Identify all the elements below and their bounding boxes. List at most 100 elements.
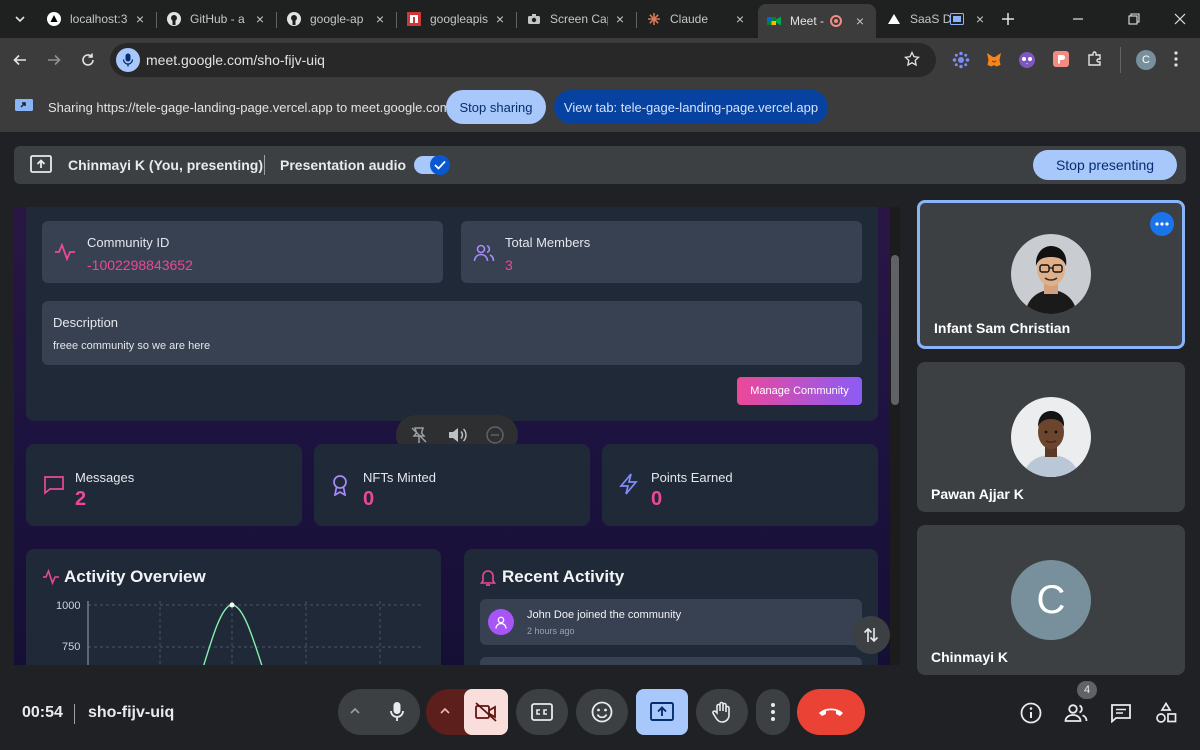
meeting-code: sho-fijv-uiq [88, 704, 175, 721]
activity-list-item: John Doe joined the community 2 hours ag… [480, 599, 862, 645]
volume-icon[interactable] [447, 426, 467, 444]
participant-name: Pawan Ajjar K [931, 486, 1024, 502]
camera-icon [526, 11, 542, 27]
raise-hand-button[interactable] [696, 689, 748, 735]
tab-search-button[interactable] [6, 5, 34, 33]
participant-tile-infant-sam[interactable]: Infant Sam Christian [917, 200, 1185, 349]
community-id-label: Community ID [87, 235, 170, 250]
metamask-icon[interactable] [985, 51, 1003, 69]
points-earned-card: Points Earned 0 [602, 444, 878, 526]
present-now-button[interactable] [636, 689, 688, 735]
leave-call-button[interactable] [797, 689, 865, 735]
close-icon[interactable]: × [372, 11, 388, 27]
emoji-icon [591, 701, 613, 723]
scroll-thumb[interactable] [891, 255, 899, 405]
more-horizontal-icon [1155, 222, 1169, 226]
reload-button[interactable] [74, 46, 102, 74]
chat-button[interactable] [1106, 698, 1136, 728]
recent-activity-title: Recent Activity [502, 567, 625, 586]
user-icon [488, 609, 514, 635]
more-options-button[interactable] [1150, 212, 1174, 236]
restore-button[interactable] [1120, 5, 1148, 33]
extension-icon[interactable] [952, 51, 970, 69]
chevron-up-icon[interactable] [438, 704, 452, 718]
microphone-icon[interactable] [116, 48, 140, 72]
camera-button[interactable] [464, 689, 508, 735]
screen-share-icon [14, 98, 34, 114]
users-icon [473, 243, 495, 263]
more-menu-icon[interactable] [1174, 51, 1178, 67]
close-icon[interactable]: × [252, 11, 268, 27]
activity-text: John Doe joined the community [527, 609, 682, 621]
tab-google-api[interactable]: google-ap × [278, 4, 396, 34]
url-text: meet.google.com/sho-fijv-uiq [146, 52, 325, 68]
address-bar[interactable]: meet.google.com/sho-fijv-uiq [110, 43, 936, 77]
tab-screen-capture[interactable]: Screen Cap × [518, 4, 636, 34]
close-icon [1174, 13, 1186, 25]
remove-icon[interactable] [486, 426, 504, 444]
activity-overview-card: Activity Overview 1000 750 [26, 549, 441, 665]
captions-button[interactable] [516, 689, 568, 735]
close-icon[interactable]: × [132, 11, 148, 27]
more-options-button[interactable] [756, 689, 790, 735]
reactions-button[interactable] [576, 689, 628, 735]
github-icon [166, 11, 182, 27]
owl-extension-icon[interactable] [1018, 51, 1036, 69]
profile-avatar[interactable]: C [1136, 50, 1156, 70]
tab-github[interactable]: GitHub - a × [158, 4, 276, 34]
npm-icon [406, 11, 422, 27]
meeting-details-button[interactable] [1016, 698, 1046, 728]
close-icon[interactable]: × [492, 11, 508, 27]
video-control-group [426, 689, 508, 735]
recording-icon [830, 15, 842, 27]
tab-googleapis[interactable]: googleapis × [398, 4, 516, 34]
points-earned-label: Points Earned [651, 470, 733, 485]
tab-meet[interactable]: Meet - × [758, 4, 876, 38]
swap-vertical-icon [863, 627, 879, 643]
shared-screen: Community ID -1002298843652 Total Member… [14, 207, 900, 665]
puzzle-icon[interactable] [1086, 50, 1104, 68]
check-icon [430, 155, 450, 175]
hang-up-icon [819, 708, 843, 716]
close-window-button[interactable] [1166, 5, 1194, 33]
participant-tile-chinmayi[interactable]: C Chinmayi K [917, 525, 1185, 675]
tab-localhost[interactable]: localhost:3 × [38, 4, 156, 34]
people-button[interactable] [1061, 698, 1091, 728]
chevron-up-icon[interactable] [348, 704, 362, 718]
meeting-clock: 00:54 [22, 704, 63, 721]
stop-sharing-button[interactable]: Stop sharing [446, 90, 546, 124]
unpin-icon[interactable] [410, 426, 428, 444]
close-icon[interactable]: × [612, 11, 628, 27]
recent-activity-card: Recent Activity John Doe joined the comm… [464, 549, 878, 665]
participant-tile-pawan[interactable]: Pawan Ajjar K [917, 362, 1185, 512]
y-tick-1000: 1000 [56, 600, 81, 612]
award-icon [331, 474, 349, 496]
forward-button[interactable] [40, 46, 68, 74]
swap-view-button[interactable] [852, 616, 890, 654]
presentation-audio-toggle[interactable] [414, 155, 450, 175]
activities-button[interactable] [1151, 698, 1181, 728]
manage-community-button[interactable]: Manage Community [737, 377, 862, 405]
tab-claude[interactable]: Claude × [638, 4, 756, 34]
tab-saas[interactable]: SaaS D × [878, 4, 996, 34]
arrow-right-icon [48, 54, 61, 66]
view-tab-button[interactable]: View tab: tele-gage-landing-page.vercel.… [554, 90, 828, 124]
back-button[interactable] [6, 46, 34, 74]
triangle-icon [886, 11, 902, 27]
close-icon[interactable]: × [852, 13, 868, 29]
stop-presenting-button[interactable]: Stop presenting [1033, 150, 1177, 180]
divider [264, 155, 265, 175]
close-icon[interactable]: × [972, 11, 988, 27]
activity-pulse-icon [42, 569, 60, 585]
description-label: Description [53, 315, 119, 330]
tab-sharing-bar: Sharing https://tele-gage-landing-page.v… [0, 82, 1200, 132]
minimize-button[interactable] [1064, 5, 1092, 33]
arrow-left-icon [13, 54, 26, 66]
notion-clipper-icon[interactable] [1052, 50, 1070, 68]
activity-pulse-icon [54, 243, 76, 261]
participant-count-badge: 4 [1077, 681, 1097, 699]
microphone-button[interactable] [374, 689, 420, 735]
close-icon[interactable]: × [732, 11, 748, 27]
bookmark-star-icon[interactable] [904, 51, 920, 67]
new-tab-button[interactable] [994, 5, 1022, 33]
